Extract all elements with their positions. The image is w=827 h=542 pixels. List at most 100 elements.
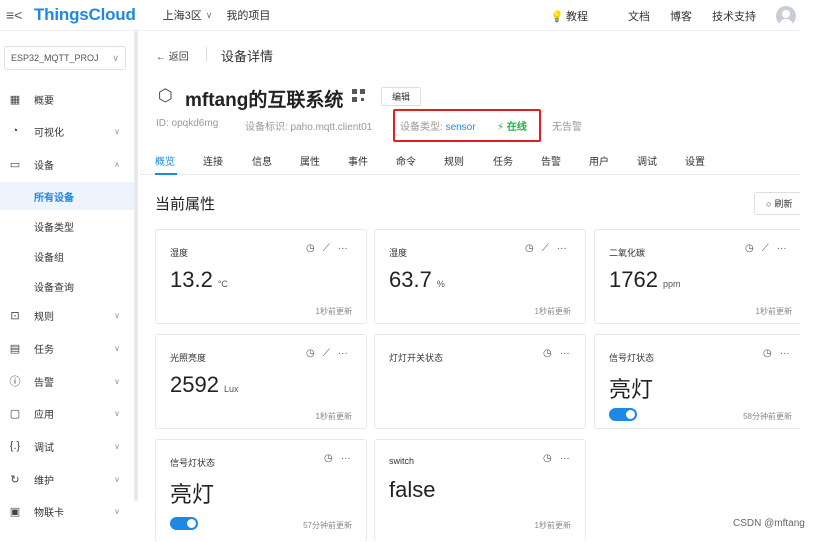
tab-tasks[interactable]: 任务 bbox=[493, 153, 513, 168]
updated-time: 58分钟前更新 bbox=[743, 412, 792, 421]
chevron-down-icon: ∨ bbox=[205, 9, 213, 20]
sidebar-item-tasks[interactable]: ▤ 任务 ∨ bbox=[0, 334, 134, 362]
toggle-switch[interactable] bbox=[170, 517, 198, 530]
tab-overview[interactable]: 概览 bbox=[155, 153, 175, 168]
value-unit: ppm bbox=[662, 279, 681, 289]
sidebar-item-maintenance[interactable]: ↻ 维护 ∨ bbox=[0, 465, 134, 493]
avatar[interactable] bbox=[776, 5, 796, 26]
more-icon[interactable]: ··· bbox=[777, 243, 787, 254]
property-label: 湿度 bbox=[170, 248, 189, 258]
line-chart-icon[interactable]: ⟋ bbox=[323, 243, 330, 254]
sidebar-item-sim-card[interactable]: ▣ 物联卡 ∨ bbox=[0, 497, 134, 525]
updated-time: 1秒前更新 bbox=[315, 412, 352, 421]
property-label: 光照亮度 bbox=[170, 353, 207, 363]
history-icon[interactable]: ◷ bbox=[306, 243, 315, 254]
sidebar-item-devices[interactable]: ▭ 设备 ∧ bbox=[0, 150, 134, 178]
tab-properties[interactable]: 属性 bbox=[300, 153, 320, 168]
more-icon[interactable]: ··· bbox=[338, 348, 348, 359]
sidebar-item-label: 规则 bbox=[34, 311, 54, 323]
blog-link[interactable]: 博客 bbox=[670, 8, 692, 24]
device-identifier: 设备标识: paho.mqtt.client01 bbox=[245, 122, 373, 133]
sidebar-subitem-all-devices[interactable]: 所有设备 bbox=[0, 182, 134, 210]
property-value: 2592 Lux bbox=[170, 372, 238, 398]
history-icon[interactable]: ◷ bbox=[543, 453, 552, 464]
sidebar-item-alerts[interactable]: ⓘ 告警 ∨ bbox=[0, 367, 134, 395]
more-icon[interactable]: ··· bbox=[560, 348, 570, 359]
history-icon[interactable]: ◷ bbox=[324, 453, 333, 464]
value-unit: °C bbox=[217, 279, 228, 289]
back-link[interactable]: ← 返回 bbox=[156, 48, 189, 63]
card-actions: ◷ ⟋ ··· bbox=[525, 243, 567, 254]
code-braces-icon: {.} bbox=[9, 440, 21, 452]
value-text: 1762 bbox=[609, 267, 658, 292]
tab-rules[interactable]: 规则 bbox=[444, 153, 464, 168]
tab-events[interactable]: 事件 bbox=[348, 153, 368, 168]
tutorial-link[interactable]: 💡 教程 bbox=[550, 8, 608, 24]
more-icon[interactable]: ··· bbox=[557, 243, 567, 254]
sidebar-subitem-device-groups[interactable]: 设备组 bbox=[0, 242, 134, 270]
property-label: 信号灯状态 bbox=[170, 458, 216, 468]
chevron-down-icon: ∨ bbox=[114, 343, 120, 353]
support-link[interactable]: 技术支持 bbox=[712, 8, 756, 24]
sidebar-scrollbar[interactable] bbox=[134, 31, 138, 501]
qr-code-icon[interactable] bbox=[352, 89, 365, 102]
sidebar-item-visualization[interactable]: ◔ 可视化 ∨ bbox=[0, 117, 134, 145]
tutorial-label: 教程 bbox=[566, 10, 588, 23]
chevron-down-icon: ∨ bbox=[114, 506, 120, 516]
docs-link[interactable]: 文档 bbox=[628, 8, 650, 24]
tab-info[interactable]: 信息 bbox=[252, 153, 272, 168]
tab-debug[interactable]: 调试 bbox=[637, 153, 657, 168]
chevron-up-icon: ∧ bbox=[114, 159, 120, 169]
tab-commands[interactable]: 命令 bbox=[396, 153, 416, 168]
tab-connection[interactable]: 连接 bbox=[203, 153, 223, 168]
updated-time: 1秒前更新 bbox=[534, 521, 571, 530]
main-content: ← 返回 设备详情 ⬡ mftang的互联系统 编辑 ID: opqkd6mg … bbox=[140, 31, 800, 542]
sidebar-item-rules[interactable]: ⊡ 规则 ∨ bbox=[0, 301, 134, 329]
sidebar-item-label: 调试 bbox=[34, 442, 54, 454]
project-selector[interactable]: ESP32_MQTT_PROJ ∨ bbox=[4, 46, 126, 70]
more-icon[interactable]: ··· bbox=[780, 348, 790, 359]
card-actions: ◷ ··· bbox=[543, 453, 570, 464]
my-projects-link[interactable]: 我的项目 bbox=[226, 7, 270, 23]
history-icon[interactable]: ◷ bbox=[763, 348, 772, 359]
refresh-button[interactable]: ○ 刷新 bbox=[754, 192, 800, 215]
logo[interactable]: ThingsCloud bbox=[34, 5, 136, 25]
sidebar-item-label: 概要 bbox=[34, 95, 54, 107]
more-icon[interactable]: ··· bbox=[338, 243, 348, 254]
property-label: switch bbox=[389, 456, 415, 466]
alert-icon: ⓘ bbox=[9, 376, 21, 388]
value-unit: % bbox=[436, 279, 445, 289]
edit-button[interactable]: 编辑 bbox=[381, 87, 421, 106]
history-icon[interactable]: ◷ bbox=[543, 348, 552, 359]
line-chart-icon[interactable]: ⟋ bbox=[323, 348, 330, 359]
toggle-switch[interactable] bbox=[609, 408, 637, 421]
history-icon[interactable]: ◷ bbox=[525, 243, 534, 254]
sidebar-item-debug[interactable]: {.} 调试 ∨ bbox=[0, 432, 134, 460]
collapse-menu-icon[interactable]: ≡< bbox=[6, 7, 28, 23]
tab-settings[interactable]: 设置 bbox=[685, 153, 705, 168]
property-value: 13.2 °C bbox=[170, 267, 228, 293]
sidebar-subitem-device-query[interactable]: 设备查询 bbox=[0, 272, 134, 300]
property-label: 信号灯状态 bbox=[609, 353, 655, 363]
history-icon[interactable]: ◷ bbox=[306, 348, 315, 359]
more-icon[interactable]: ··· bbox=[560, 453, 570, 464]
value-text: 2592 bbox=[170, 372, 219, 397]
sim-card-icon: ▣ bbox=[9, 505, 21, 518]
property-value: 亮灯 bbox=[170, 482, 215, 507]
top-bar: ≡< ThingsCloud 上海3区 ∨ 我的项目 💡 教程 文档 博客 技术支… bbox=[0, 0, 800, 31]
property-value: 63.7% bbox=[389, 267, 445, 293]
tab-alerts[interactable]: 告警 bbox=[541, 153, 561, 168]
property-card: 湿度 ◷ ⟋ ··· 63.7% 1秒前更新 bbox=[374, 229, 586, 324]
history-icon[interactable]: ◷ bbox=[745, 243, 754, 254]
more-icon[interactable]: ··· bbox=[341, 453, 351, 464]
tab-users[interactable]: 用户 bbox=[589, 153, 609, 168]
sidebar-item-overview[interactable]: ▦ 概要 bbox=[0, 85, 134, 113]
sidebar-item-label: 可视化 bbox=[34, 127, 64, 139]
property-value: false bbox=[389, 477, 436, 502]
sidebar-item-apps[interactable]: ▢ 应用 ∨ bbox=[0, 399, 134, 427]
line-chart-icon[interactable]: ⟋ bbox=[762, 243, 769, 254]
line-chart-icon[interactable]: ⟋ bbox=[542, 243, 549, 254]
region-selector[interactable]: 上海3区 ∨ bbox=[163, 7, 213, 23]
sidebar-subitem-device-types[interactable]: 设备类型 bbox=[0, 212, 134, 240]
updated-time: 1秒前更新 bbox=[315, 307, 352, 316]
